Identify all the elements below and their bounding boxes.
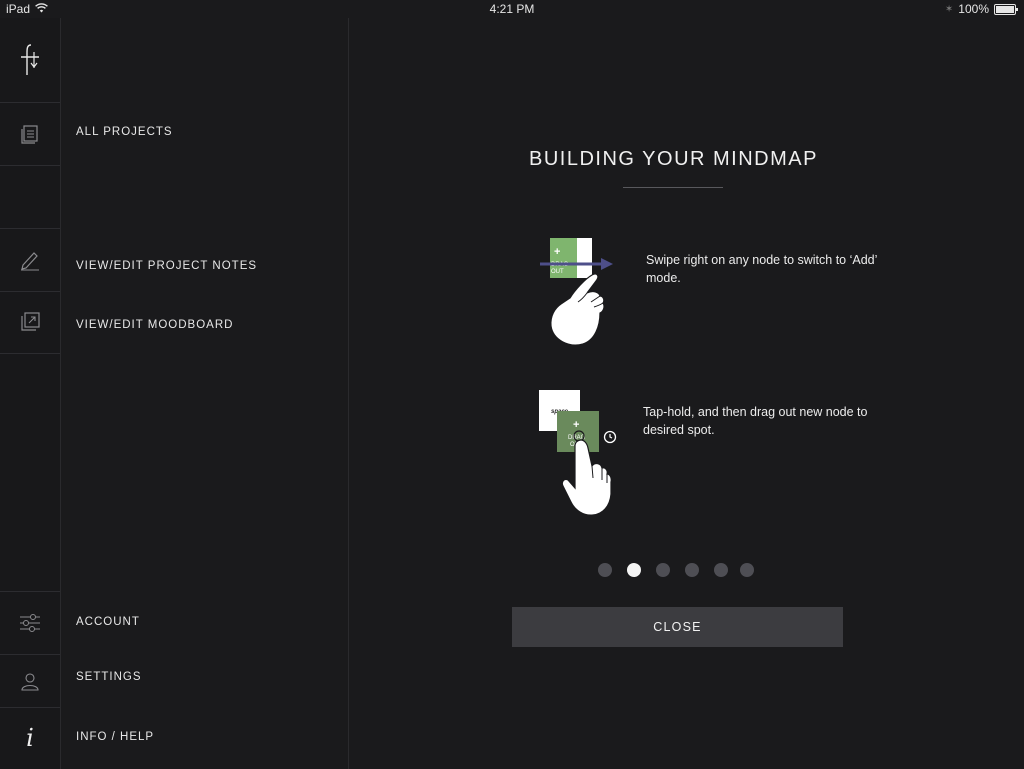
tutorial-title: BUILDING YOUR MINDMAP — [529, 148, 818, 170]
step2-plus-label: + — [573, 419, 579, 431]
step2-text: Tap-hold, and then drag out new node to … — [643, 405, 868, 437]
menu-all-projects[interactable]: ALL PROJECTS — [76, 126, 173, 138]
page-dot-4[interactable] — [685, 563, 699, 577]
side-menu: ALL PROJECTS VIEW/EDIT PROJECT NOTES VIE… — [61, 18, 349, 769]
page-dot-1[interactable] — [598, 563, 612, 577]
tutorial-panel: BUILDING YOUR MINDMAP + DRAG OUT Swipe r… — [349, 18, 1024, 769]
moodboard-icon[interactable] — [0, 291, 60, 354]
swipe-hand-icon: + DRAG OUT — [537, 234, 617, 354]
menu-settings[interactable]: SETTINGS — [76, 671, 142, 683]
step1-text: Swipe right on any node to switch to ‘Ad… — [646, 253, 877, 285]
menu-moodboard[interactable]: VIEW/EDIT MOODBOARD — [76, 319, 233, 331]
close-button[interactable]: CLOSE — [512, 607, 843, 647]
status-bar: iPad 4:21 PM ✶ 100% — [0, 0, 1024, 18]
menu-info-help[interactable]: INFO / HELP — [76, 731, 154, 743]
menu-account[interactable]: ACCOUNT — [76, 616, 140, 628]
info-icon[interactable]: i — [0, 708, 60, 768]
page-indicator — [598, 563, 758, 577]
step1-plus-label: + — [554, 246, 560, 258]
battery-percent: 100% — [958, 2, 989, 16]
logo-icon[interactable] — [0, 18, 60, 103]
page-dot-6[interactable] — [740, 563, 754, 577]
tap-hold-hand-icon: space + DRAG OUT — [537, 388, 632, 523]
sliders-icon[interactable] — [0, 591, 60, 655]
rail-spacer — [0, 165, 60, 229]
clock: 4:21 PM — [489, 2, 535, 16]
bluetooth-icon: ✶ — [944, 3, 954, 15]
page-dot-2[interactable] — [627, 563, 641, 577]
page-dot-3[interactable] — [656, 563, 670, 577]
battery-icon — [994, 3, 1018, 15]
step1-out-label: OUT — [551, 269, 564, 275]
notes-pen-icon[interactable] — [0, 228, 60, 292]
icon-rail: i — [0, 18, 61, 769]
title-divider — [623, 187, 723, 188]
projects-icon[interactable] — [0, 102, 60, 166]
user-icon[interactable] — [0, 654, 60, 708]
menu-project-notes[interactable]: VIEW/EDIT PROJECT NOTES — [76, 260, 257, 272]
page-dot-5[interactable] — [714, 563, 728, 577]
